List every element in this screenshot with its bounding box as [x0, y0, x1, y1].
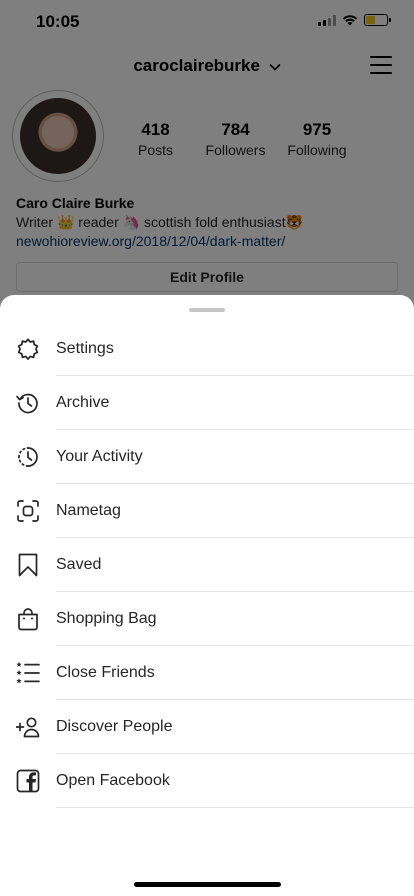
options-menu: Settings Archive Your Activity Nametag S… — [0, 322, 414, 808]
menu-item-label: Archive — [56, 394, 110, 411]
home-indicator[interactable] — [134, 882, 281, 887]
menu-item-shopping-bag[interactable]: Shopping Bag — [0, 592, 414, 646]
menu-item-label: Nametag — [56, 502, 121, 519]
menu-item-label: Your Activity — [56, 448, 143, 465]
close-friends-icon — [16, 661, 40, 684]
menu-item-close-friends[interactable]: Close Friends — [0, 646, 414, 700]
archive-icon — [16, 393, 38, 414]
nametag-icon — [17, 500, 39, 522]
shopping-bag-icon — [18, 608, 38, 631]
facebook-icon — [16, 769, 40, 793]
menu-item-open-facebook[interactable]: Open Facebook — [0, 754, 414, 808]
activity-icon — [18, 447, 38, 467]
menu-item-saved[interactable]: Saved — [0, 538, 414, 592]
menu-item-label: Shopping Bag — [56, 610, 157, 627]
bookmark-icon — [18, 553, 38, 577]
sheet-grabber[interactable] — [189, 308, 225, 312]
menu-item-nametag[interactable]: Nametag — [0, 484, 414, 538]
add-person-icon — [16, 717, 40, 738]
options-sheet: Settings Archive Your Activity Nametag S… — [0, 295, 414, 896]
menu-item-discover-people[interactable]: Discover People — [0, 700, 414, 754]
menu-item-archive[interactable]: Archive — [0, 376, 414, 430]
settings-icon — [17, 338, 39, 360]
menu-item-label: Open Facebook — [56, 772, 170, 789]
menu-item-label: Close Friends — [56, 664, 155, 681]
menu-item-your-activity[interactable]: Your Activity — [0, 430, 414, 484]
menu-item-label: Discover People — [56, 718, 173, 735]
menu-item-label: Settings — [56, 340, 114, 357]
menu-item-settings[interactable]: Settings — [0, 322, 414, 376]
menu-item-label: Saved — [56, 556, 102, 573]
